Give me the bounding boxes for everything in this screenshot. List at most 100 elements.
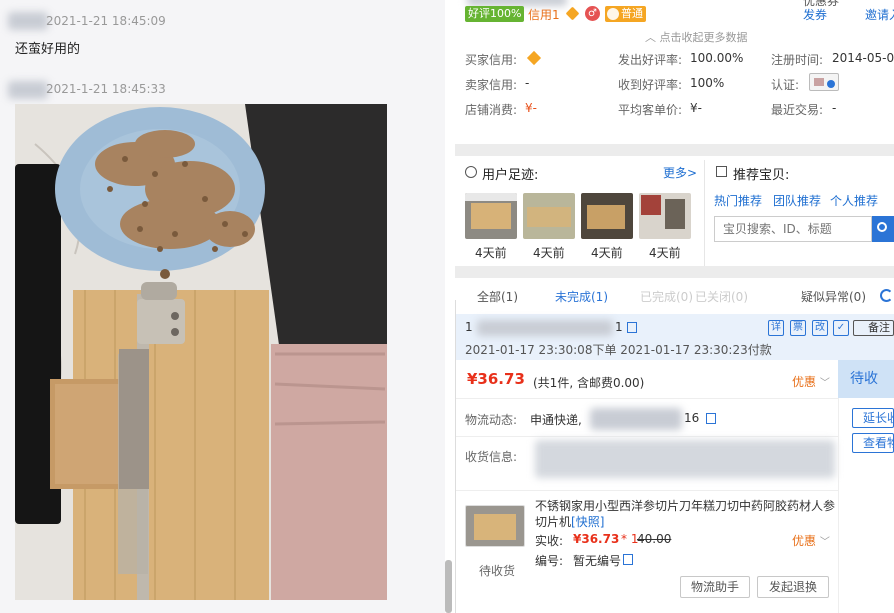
stat-value: - <box>525 76 530 90</box>
invoice-icon-button[interactable]: 票 <box>790 320 806 336</box>
footprint-time: 4天前 <box>649 246 681 260</box>
order-id-suffix: 1 <box>615 320 623 334</box>
message-text[interactable]: 还蛮好用的 <box>15 38 80 57</box>
stat-value: 100% <box>690 76 725 90</box>
row-divider <box>455 436 838 437</box>
message-timestamp: 2021-1-21 18:45:09 <box>46 14 166 28</box>
collapse-more-label: 点击收起更多数据 <box>659 31 748 44</box>
snapshot-link[interactable]: [快照] <box>571 515 604 529</box>
edit-icon-button[interactable]: 改 <box>812 320 828 336</box>
message-image[interactable] <box>15 104 387 600</box>
row-divider <box>455 398 838 399</box>
diamond-icon <box>526 50 542 66</box>
extend-receipt-button[interactable]: 延长收 <box>852 408 894 428</box>
section-divider <box>455 266 894 278</box>
stat-label: 收到好评率: <box>618 78 683 92</box>
thumb-top <box>465 193 517 201</box>
view-logistics-button[interactable]: 查看物 <box>852 433 894 453</box>
code-value: 暂无编号 <box>573 554 622 568</box>
tab-team-recommend[interactable]: 团队推荐 <box>773 192 821 209</box>
tab-unfinished[interactable]: 未完成(1) <box>555 288 608 305</box>
thumb-red <box>641 195 661 215</box>
invite-link[interactable]: 邀请入 <box>865 6 894 23</box>
footprint-time: 4天前 <box>591 246 623 260</box>
footprint-more-link[interactable]: 更多> <box>663 164 697 181</box>
row-divider <box>455 490 838 491</box>
stat-label: 最近交易: <box>771 103 824 117</box>
message-timestamp: 2021-1-21 18:45:33 <box>46 82 166 96</box>
stat-label: 店铺消费: <box>465 103 518 117</box>
issue-coupon-link[interactable]: 发券 <box>803 6 827 23</box>
thumb-dark <box>665 199 685 229</box>
logistics-assistant-button[interactable]: 物流助手 <box>680 576 750 598</box>
footprint-thumb[interactable] <box>465 193 517 239</box>
chat-scrollbar[interactable] <box>445 560 452 613</box>
level-badge-label: 普通 <box>621 7 643 20</box>
order-times: 2021-01-17 23:30:08下单 2021-01-17 23:30:2… <box>465 343 772 357</box>
stat-label: 平均客单价: <box>618 103 683 117</box>
tab-hot-recommend[interactable]: 热门推荐 <box>714 192 762 209</box>
stat-value: - <box>832 101 837 115</box>
tracking-number-blurred <box>590 408 682 430</box>
tracking-number-tail: 16 <box>684 411 700 425</box>
credit-badge: 信用1 <box>528 8 560 22</box>
product-discount-text: 优惠 <box>792 534 817 548</box>
discount-label[interactable]: 优惠 ﹀ <box>792 373 830 390</box>
stat-label: 卖家信用: <box>465 78 518 92</box>
section-divider <box>455 144 894 156</box>
stat-value: 100.00% <box>690 51 744 65</box>
thumb-board <box>474 514 516 540</box>
pane-border <box>455 300 456 613</box>
footprint-title: 用户足迹: <box>482 168 539 183</box>
footprint-thumb[interactable] <box>639 193 691 239</box>
recommend-title: 推荐宝贝: <box>733 168 790 183</box>
chat-pane: 2021-1-21 18:45:09 还蛮好用的 2021-1-21 18:45… <box>0 0 445 613</box>
male-icon: ♂ <box>585 6 600 21</box>
tab-personal-recommend[interactable]: 个人推荐 <box>830 192 878 209</box>
recommend-search-input[interactable] <box>714 216 872 242</box>
good-rate-badge: 好评100% <box>465 6 525 22</box>
tab-closed[interactable]: 已关闭(0) <box>695 288 748 305</box>
thumb-board <box>471 203 511 229</box>
order-price-note: (共1件, 含邮费0.00) <box>533 376 645 390</box>
tab-all[interactable]: 全部(1) <box>477 288 518 305</box>
search-icon <box>877 222 887 232</box>
product-discount[interactable]: 优惠 ﹀ <box>792 532 830 549</box>
check-icon-button[interactable]: ✓ <box>833 320 849 336</box>
stat-label: 买家信用: <box>465 53 518 67</box>
sender-name-blurred <box>8 81 48 99</box>
refresh-icon[interactable] <box>880 289 893 302</box>
note-button[interactable]: 备注 <box>853 320 894 336</box>
copy-icon[interactable] <box>623 554 633 565</box>
product-qty: * 1 <box>621 532 639 546</box>
product-photo <box>15 104 387 600</box>
paid-price: ¥36.73 <box>573 532 620 546</box>
status-pending-receipt: 待收 <box>838 360 894 398</box>
footprint-thumb[interactable] <box>581 193 633 239</box>
logistics-company: 申通快递, <box>530 413 582 427</box>
tab-suspicious[interactable]: 疑似异常(0) <box>801 288 866 305</box>
collapse-more-toggle[interactable]: ︿ 点击收起更多数据 <box>645 29 748 45</box>
stat-value: ¥- <box>525 101 537 115</box>
paid-label: 实收: <box>535 534 564 548</box>
detail-icon-button[interactable]: 详 <box>768 320 784 336</box>
stat-value: ¥- <box>690 101 702 115</box>
product-status: 待收货 <box>479 564 516 578</box>
copy-icon[interactable] <box>627 322 637 333</box>
chevron-up-icon: ︿ <box>645 31 656 44</box>
product-title[interactable]: 不锈钢家用小型西洋参切片刀年糕刀切中药阿胶药材人参切片机[快照] <box>535 498 835 530</box>
customer-info-pane: 好评100% 信用1 ♂ 普通 优惠券 发券 邀请入 ︿ 点击收起更多数据 买家… <box>455 0 894 613</box>
sender-name-blurred <box>8 12 48 30</box>
start-return-button[interactable]: 发起退换 <box>757 576 829 598</box>
stat-label: 认证: <box>771 78 800 92</box>
copy-icon[interactable] <box>706 413 716 424</box>
clock-icon <box>465 166 477 178</box>
footprint-time: 4天前 <box>533 246 565 260</box>
id-card-icon <box>814 78 824 86</box>
search-button[interactable] <box>872 216 894 242</box>
checkbox-icon <box>716 166 727 177</box>
tab-finished[interactable]: 已完成(0) <box>640 288 693 305</box>
footprint-thumb[interactable] <box>523 193 575 239</box>
footprint-time: 4天前 <box>475 246 507 260</box>
product-thumb[interactable] <box>465 505 525 547</box>
